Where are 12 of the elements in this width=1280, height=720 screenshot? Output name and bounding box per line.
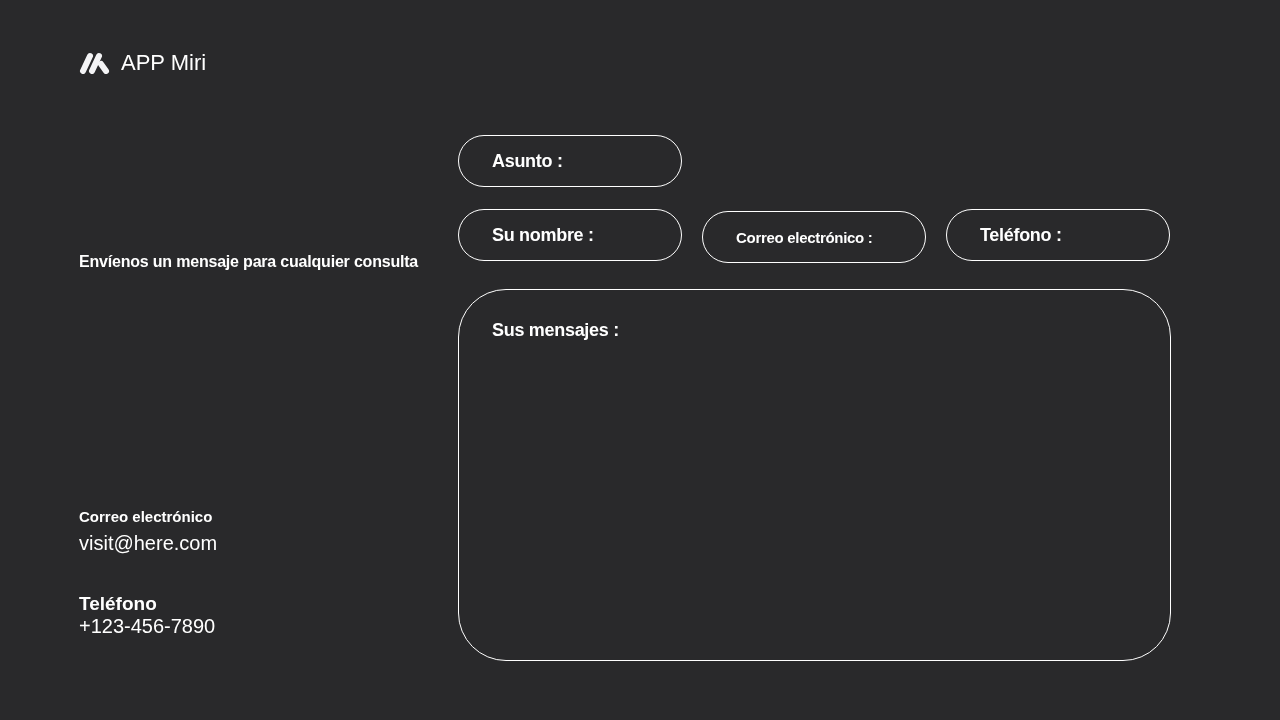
contact-value: +123-456-7890 bbox=[79, 614, 217, 638]
phone-field[interactable]: Teléfono : bbox=[946, 209, 1170, 261]
email-field[interactable]: Correo electrónico : bbox=[702, 211, 926, 263]
brand-name: APP Miri bbox=[121, 50, 207, 76]
logo-icon bbox=[79, 52, 111, 74]
message-field[interactable]: Sus mensajes : bbox=[458, 289, 1171, 661]
subject-field[interactable]: Asunto : bbox=[458, 135, 682, 187]
intro-text: Envíenos un mensaje para cualquier consulta bbox=[79, 252, 420, 272]
contact-label: Teléfono bbox=[79, 594, 158, 614]
contact-value: visit@here.com bbox=[79, 531, 219, 555]
contact-label: Correo electrónico bbox=[79, 508, 214, 526]
name-field[interactable]: Su nombre : bbox=[458, 209, 682, 261]
